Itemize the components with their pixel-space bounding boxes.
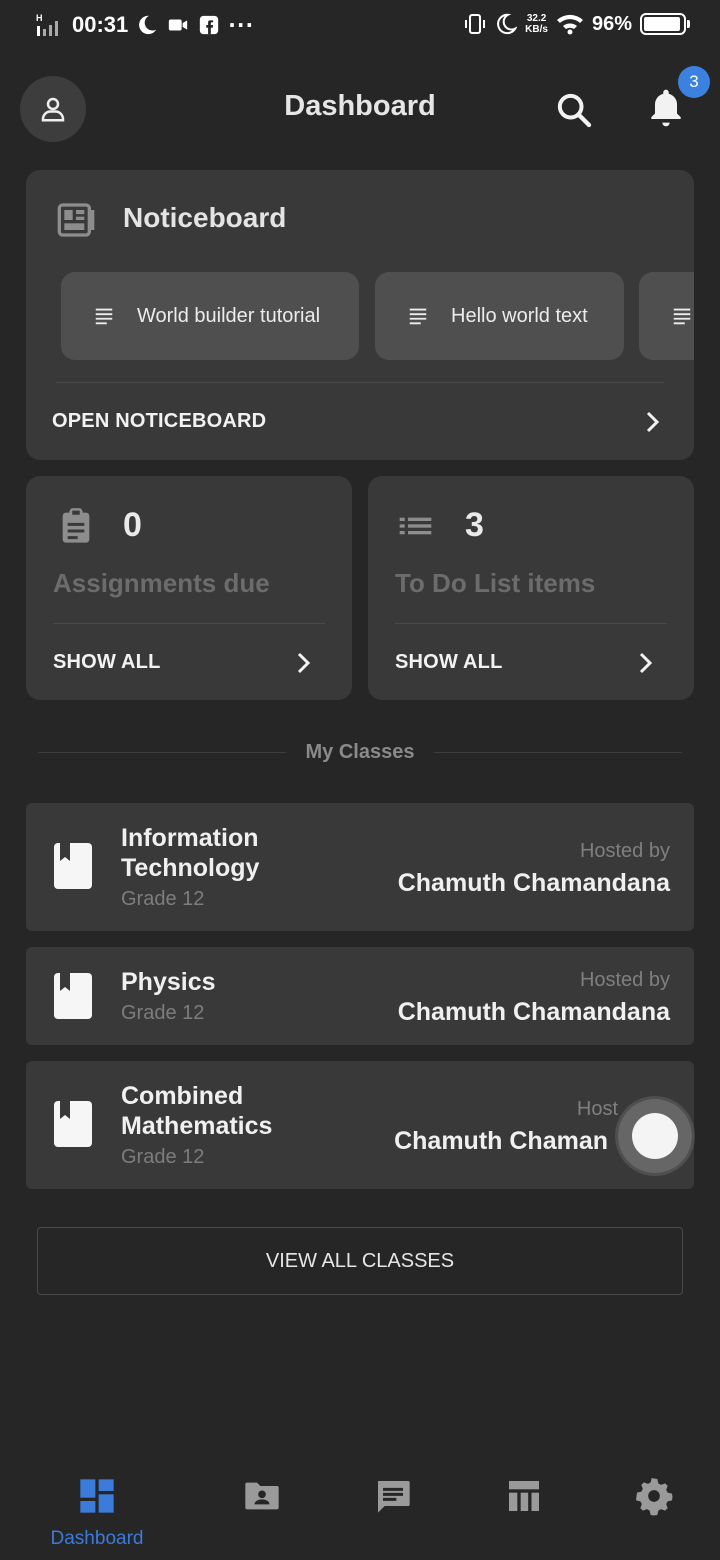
moon-icon [139, 15, 157, 35]
facebook-icon [200, 15, 219, 35]
notes-icon [409, 308, 427, 325]
book-icon [54, 973, 92, 1019]
chat-icon [378, 1481, 410, 1513]
svg-text:H: H [36, 13, 43, 23]
moon-icon [497, 13, 518, 35]
notes-icon [673, 308, 691, 325]
vibrate-icon [465, 14, 486, 34]
folder-account-icon [245, 1482, 279, 1510]
battery-icon [640, 13, 690, 35]
notice-chip[interactable]: World builder tutorial [61, 272, 359, 360]
nav-settings[interactable] [589, 1460, 719, 1560]
hosted-by-label: Host [576, 1098, 618, 1120]
nav-timetable[interactable] [459, 1460, 589, 1560]
class-card[interactable]: Information Technology Grade 12 Hosted b… [26, 803, 694, 931]
host-name: Chamuth Chamandana [397, 869, 670, 897]
search-icon [557, 93, 592, 128]
chevron-right-icon[interactable] [633, 651, 657, 675]
notes-icon [95, 308, 113, 325]
status-more-dots: ··· [228, 13, 255, 37]
bottom-navigation: Dashboard [0, 1460, 720, 1560]
assignments-due-card: 0 Assignments due SHOW ALL [26, 476, 352, 700]
class-name: Information Technology [121, 824, 260, 882]
nav-dashboard[interactable]: Dashboard [32, 1460, 162, 1560]
notification-count-badge: 3 [678, 66, 710, 98]
class-card[interactable]: Combined Mathematics Grade 12 Host Chamu… [26, 1061, 694, 1189]
hosted-by-label: Hosted by [579, 840, 670, 862]
assignments-show-all-button[interactable]: SHOW ALL [53, 651, 161, 674]
divider [53, 623, 325, 624]
status-time: 00:31 [72, 12, 129, 37]
notice-chip[interactable] [639, 272, 694, 360]
notice-chip[interactable]: Hello world text [375, 272, 624, 360]
todo-list-card: 3 To Do List items SHOW ALL [368, 476, 694, 700]
gear-icon [636, 1478, 673, 1516]
dashboard-icon [80, 1479, 114, 1513]
network-speed: 32.2 KB/s [525, 13, 548, 35]
host-name: Chamuth Chamandana [397, 998, 670, 1026]
todo-label: To Do List items [395, 568, 596, 598]
nav-label: Dashboard [50, 1528, 144, 1549]
assignments-count: 0 [123, 506, 142, 544]
nav-folders[interactable] [197, 1460, 327, 1560]
noticeboard-icon [57, 203, 95, 237]
book-icon [54, 843, 92, 889]
view-all-classes-button[interactable]: VIEW ALL CLASSES [37, 1227, 683, 1295]
noticeboard-title: Noticeboard [123, 202, 287, 233]
section-divider [434, 752, 682, 753]
host-name: Chamuth Chaman [394, 1127, 608, 1155]
search-button[interactable] [554, 90, 594, 130]
signal-icon: H [36, 13, 58, 36]
hosted-by-label: Hosted by [579, 969, 670, 991]
todo-count: 3 [465, 506, 484, 544]
wifi-icon [556, 14, 583, 35]
class-card[interactable]: Physics Grade 12 Hosted by Chamuth Chama… [26, 947, 694, 1045]
assignments-label: Assignments due [53, 568, 270, 598]
battery-percent: 96% [591, 12, 632, 35]
todo-show-all-button[interactable]: SHOW ALL [395, 651, 503, 674]
page-title: Dashboard [284, 90, 436, 122]
class-name: Combined Mathematics [121, 1082, 273, 1140]
assistive-touch-button[interactable] [618, 1099, 692, 1173]
open-noticeboard-button[interactable]: OPEN NOTICEBOARD [52, 410, 266, 433]
clipboard-icon [62, 508, 90, 543]
notice-chip-label: Hello world text [451, 304, 588, 327]
class-name: Physics [121, 968, 216, 996]
class-grade: Grade 12 [121, 1002, 205, 1024]
class-grade: Grade 12 [121, 1146, 205, 1168]
status-bar: H 00:31 ··· 32.2 KB/s 96% [0, 0, 720, 54]
chevron-right-icon[interactable] [291, 651, 315, 675]
notice-chip-label: World builder tutorial [137, 304, 321, 327]
chevron-right-icon[interactable] [640, 410, 664, 434]
book-icon [54, 1101, 92, 1147]
list-icon [399, 517, 432, 535]
noticeboard-card: Noticeboard World builder tutorial Hello… [26, 170, 694, 460]
divider [395, 623, 667, 624]
video-camera-icon [169, 19, 188, 31]
timetable-icon [509, 1481, 539, 1511]
nav-chat[interactable] [328, 1460, 458, 1560]
class-grade: Grade 12 [121, 888, 205, 910]
divider [56, 382, 664, 383]
